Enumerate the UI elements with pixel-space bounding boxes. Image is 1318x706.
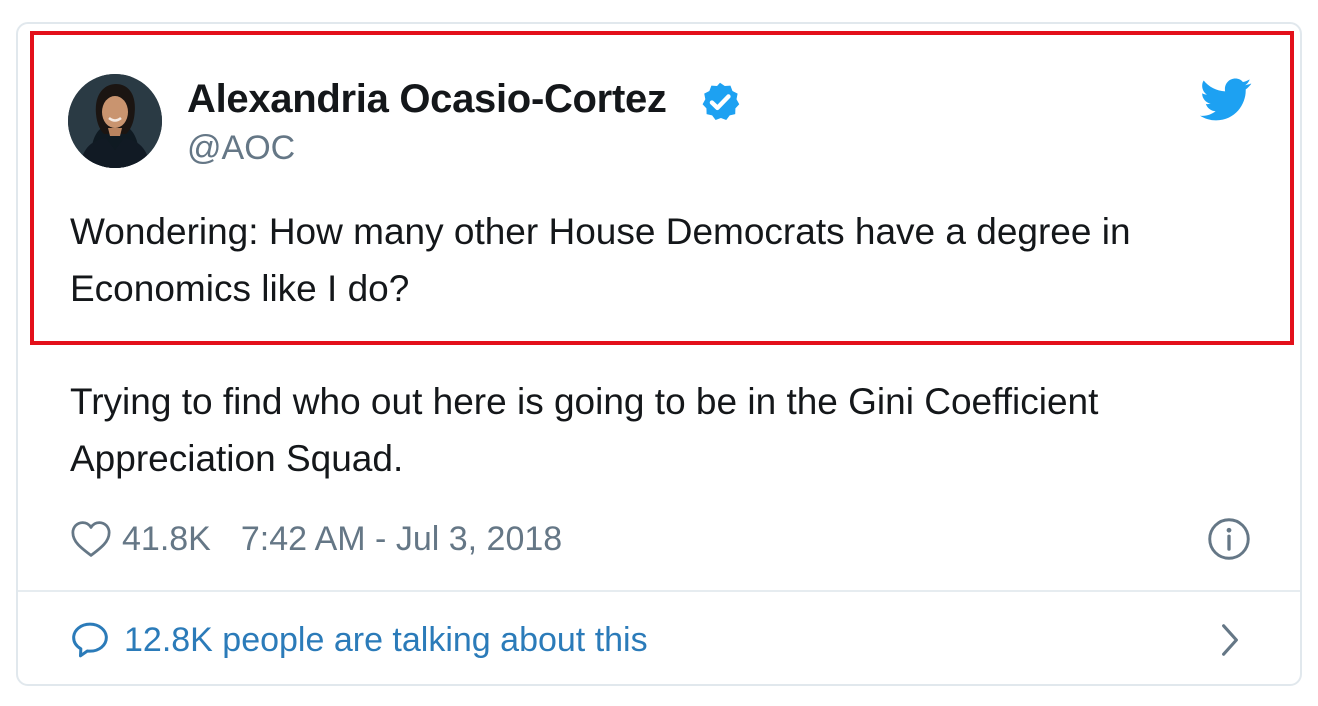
talking-count-text[interactable]: 12.8K people are talking about this <box>124 621 648 660</box>
tweet-text-continued: Trying to find who out here is going to … <box>70 381 1099 479</box>
info-icon[interactable] <box>1207 517 1251 561</box>
speech-bubble-icon <box>72 622 108 658</box>
tweet-meta-row: 41.8K 7:42 AM - Jul 3, 2018 <box>70 514 562 564</box>
chevron-right-icon[interactable] <box>1217 623 1243 657</box>
conversation-link[interactable]: 12.8K people are talking about this <box>70 614 648 666</box>
twitter-bird-icon[interactable] <box>1200 78 1252 122</box>
divider <box>18 590 1300 592</box>
verified-badge-icon <box>702 82 740 120</box>
display-name[interactable]: Alexandria Ocasio-Cortez <box>187 74 667 124</box>
avatar[interactable] <box>68 74 162 168</box>
like-count[interactable]: 41.8K <box>122 520 211 559</box>
tweet-timestamp[interactable]: 7:42 AM - Jul 3, 2018 <box>241 520 562 559</box>
tweet-text-highlighted: Wondering: How many other House Democrat… <box>70 211 1131 309</box>
avatar-photo <box>68 74 162 168</box>
heart-icon[interactable] <box>70 520 112 558</box>
handle[interactable]: @AOC <box>187 126 295 170</box>
